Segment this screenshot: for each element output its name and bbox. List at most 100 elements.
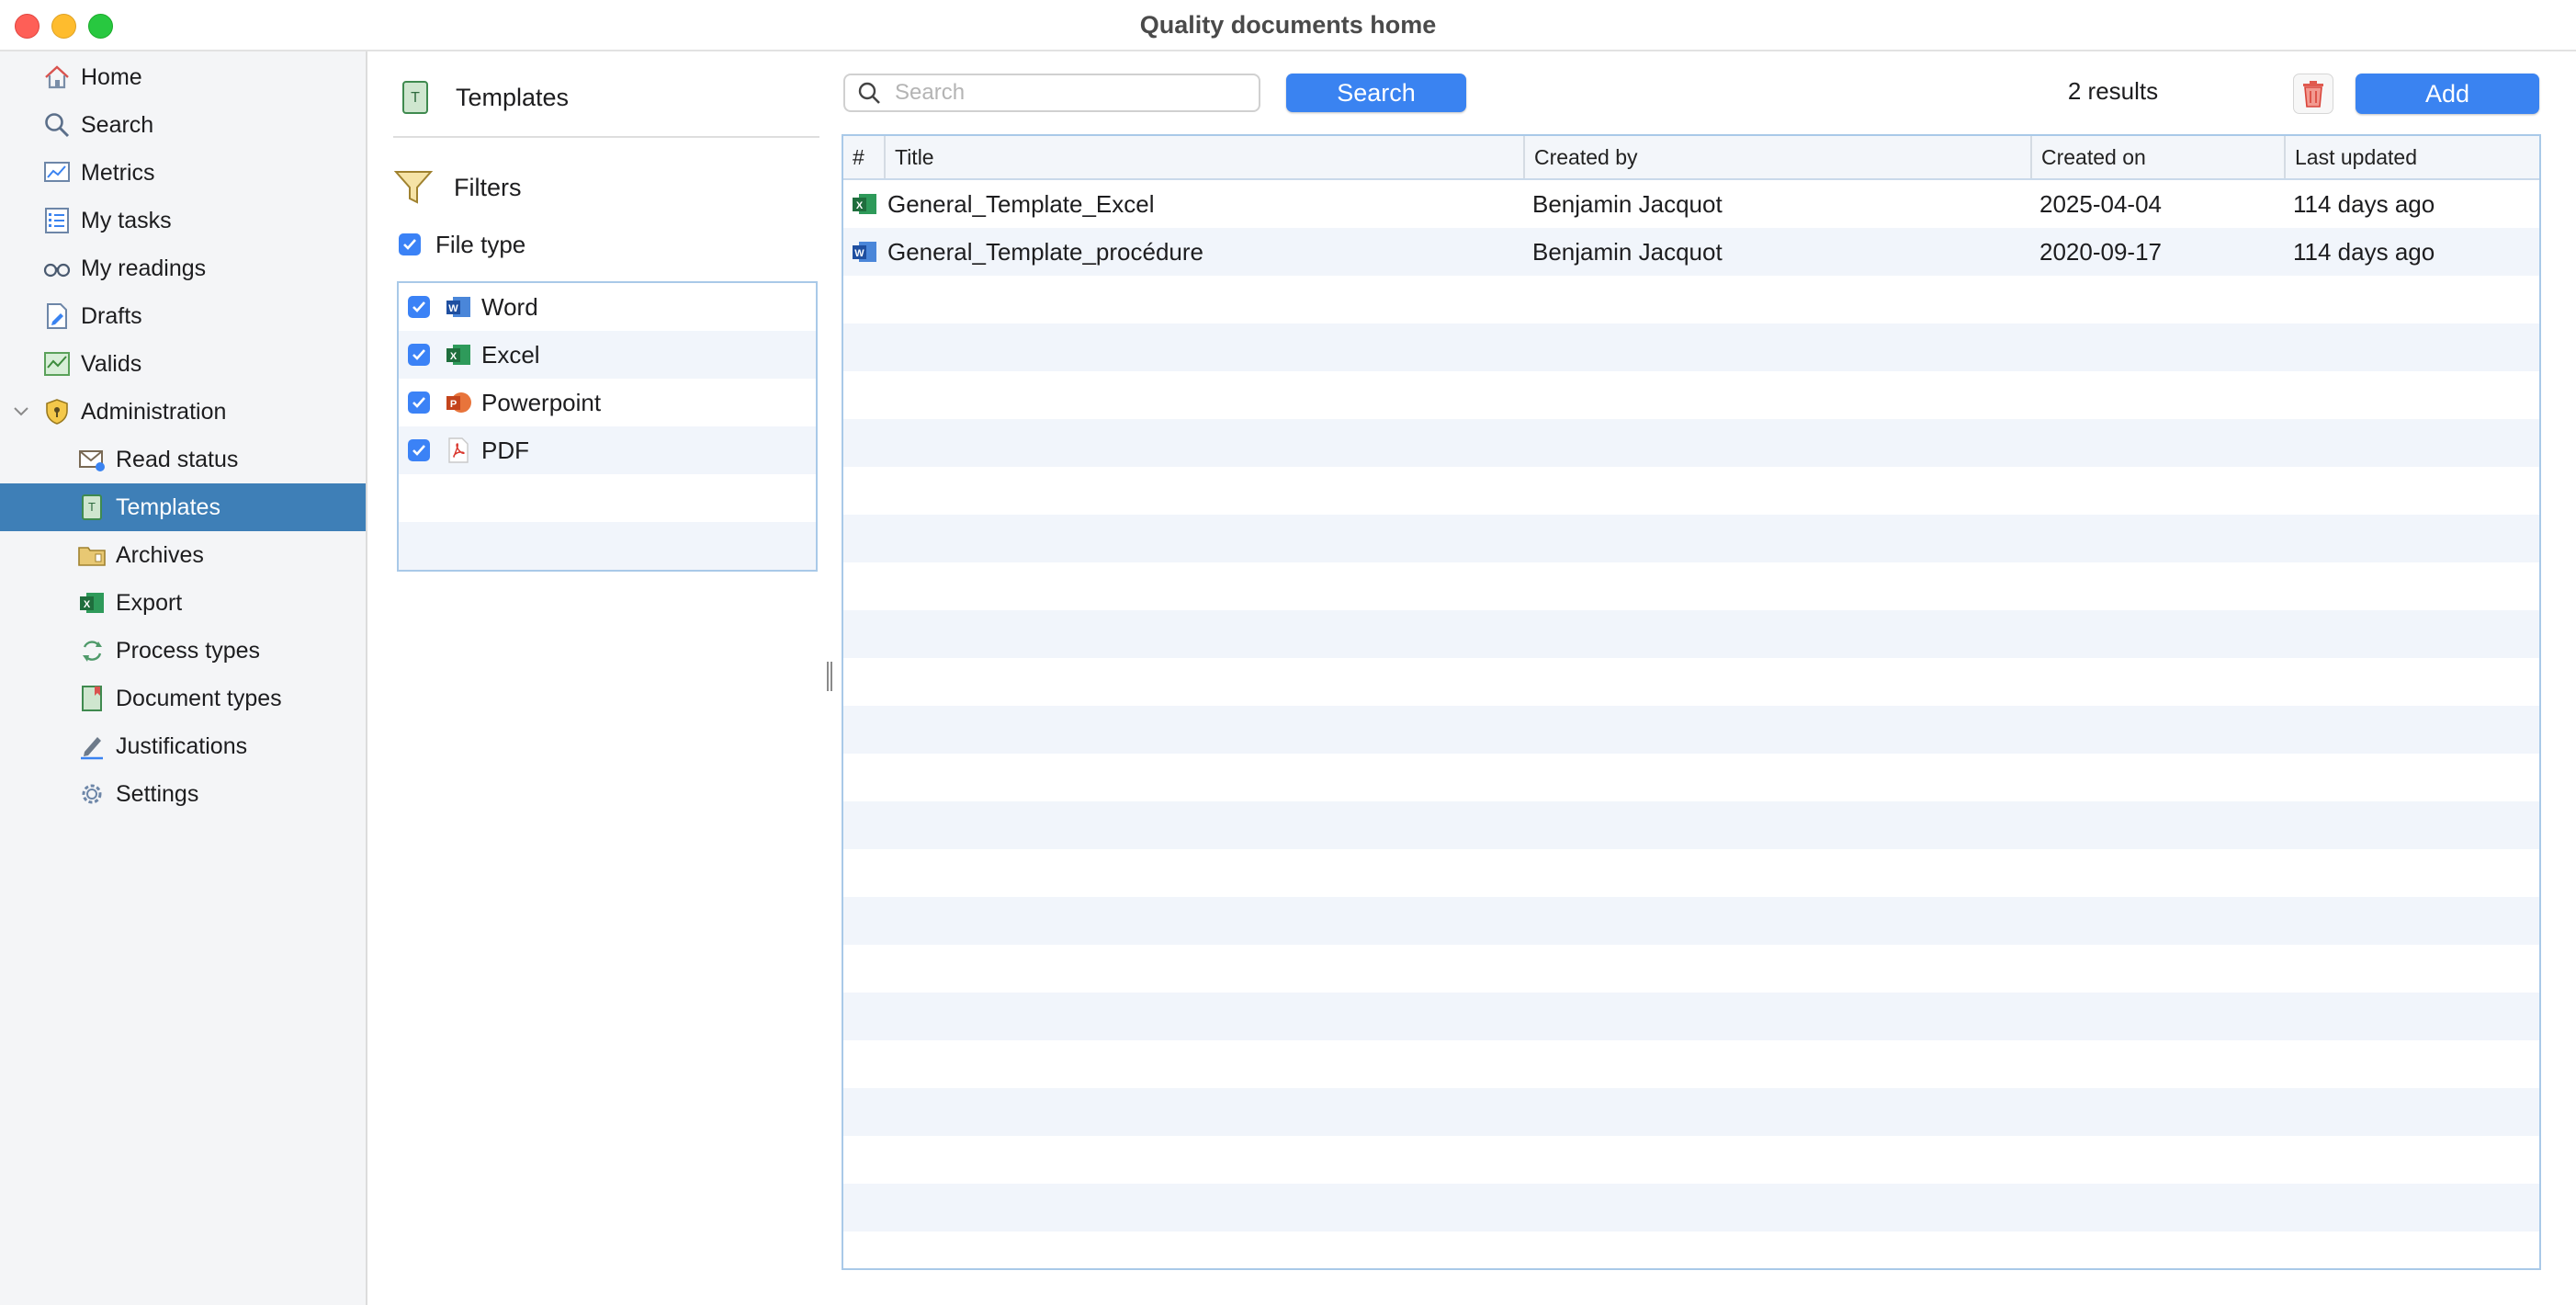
row-created-on: 2020-09-17 bbox=[2039, 237, 2162, 266]
table-row-stripe bbox=[843, 515, 2539, 562]
table-row-stripe bbox=[843, 849, 2539, 897]
table-row-stripe bbox=[843, 754, 2539, 801]
search-input[interactable] bbox=[893, 79, 1246, 107]
table-row-stripe bbox=[843, 419, 2539, 467]
divider bbox=[393, 136, 819, 138]
sidebar-item-label: Justifications bbox=[116, 732, 248, 759]
sidebar-item-label: Metrics bbox=[81, 159, 155, 186]
panel-title: Templates bbox=[456, 83, 570, 111]
delete-button[interactable] bbox=[2293, 74, 2333, 114]
table-row[interactable]: W General_Template_procédure Benjamin Ja… bbox=[843, 228, 2539, 276]
word-icon: W bbox=[446, 297, 470, 317]
row-created-on: 2025-04-04 bbox=[2039, 189, 2162, 218]
table-row[interactable]: X General_Template_Excel Benjamin Jacquo… bbox=[843, 180, 2539, 228]
mail-status-icon bbox=[75, 443, 108, 476]
filters-panel: T Templates Filters File type W Word X E… bbox=[369, 51, 829, 1305]
word-checkbox[interactable] bbox=[408, 296, 430, 318]
file-type-item-word[interactable]: W Word bbox=[399, 283, 816, 331]
powerpoint-checkbox[interactable] bbox=[408, 392, 430, 414]
excel-checkbox[interactable] bbox=[408, 344, 430, 366]
excel-icon: X bbox=[446, 345, 470, 365]
file-type-label: Excel bbox=[481, 340, 540, 369]
funnel-icon bbox=[393, 171, 434, 204]
pdf-icon bbox=[448, 437, 469, 463]
search-field[interactable] bbox=[843, 74, 1260, 112]
column-header-last-updated[interactable]: Last updated bbox=[2284, 136, 2539, 178]
file-type-item-excel[interactable]: X Excel bbox=[399, 331, 816, 379]
sidebar-item-label: Process types bbox=[116, 637, 261, 664]
file-type-list: W Word X Excel P Powerpoint PDF bbox=[397, 281, 818, 572]
table-row-stripe bbox=[843, 1231, 2539, 1268]
title-bar: Quality documents home bbox=[0, 0, 2576, 51]
sidebar-item-home[interactable]: Home bbox=[0, 53, 366, 101]
excel-icon: X bbox=[853, 194, 876, 214]
column-header-created-by[interactable]: Created by bbox=[1523, 136, 2030, 178]
sidebar-item-label: Document types bbox=[116, 685, 282, 711]
sidebar-item-archives[interactable]: Archives bbox=[0, 531, 366, 579]
sidebar-item-metrics[interactable]: Metrics bbox=[0, 149, 366, 197]
svg-text:T: T bbox=[88, 500, 96, 514]
sidebar-item-label: My tasks bbox=[81, 207, 172, 233]
row-last-updated: 114 days ago bbox=[2293, 237, 2435, 266]
table-header: # Title Created by Created on Last updat… bbox=[843, 136, 2539, 180]
sidebar-item-label: Archives bbox=[116, 541, 204, 568]
svg-text:T: T bbox=[411, 90, 420, 106]
table-body: X General_Template_Excel Benjamin Jacquo… bbox=[843, 180, 2539, 1268]
table-row-stripe bbox=[843, 945, 2539, 993]
column-header-number[interactable]: # bbox=[843, 136, 884, 178]
filters-splitter-handle[interactable] bbox=[825, 662, 834, 691]
template-book-icon: T bbox=[402, 81, 428, 114]
checklist-icon bbox=[40, 204, 73, 237]
row-created-by: Benjamin Jacquot bbox=[1532, 189, 1723, 218]
table-row-stripe bbox=[843, 467, 2539, 515]
sidebar-item-read-status[interactable]: Read status bbox=[0, 436, 366, 483]
sidebar-item-export[interactable]: X Export bbox=[0, 579, 366, 627]
sidebar-item-process-types[interactable]: Process types bbox=[0, 627, 366, 675]
excel-export-icon: X bbox=[75, 586, 108, 619]
sidebar-item-my-tasks[interactable]: My tasks bbox=[0, 197, 366, 244]
sidebar-item-administration[interactable]: Administration bbox=[0, 388, 366, 436]
sidebar-item-search[interactable]: Search bbox=[0, 101, 366, 149]
file-type-checkbox[interactable] bbox=[399, 233, 421, 255]
table-row-stripe bbox=[843, 371, 2539, 419]
sidebar-item-label: Home bbox=[81, 63, 142, 90]
file-type-label: Powerpoint bbox=[481, 388, 602, 416]
row-title: General_Template_procédure bbox=[887, 237, 1203, 266]
row-title-cell: W General_Template_procédure bbox=[851, 228, 1521, 276]
file-type-label: File type bbox=[435, 230, 526, 258]
pdf-checkbox[interactable] bbox=[408, 439, 430, 461]
table-row-stripe bbox=[843, 1136, 2539, 1184]
table-row-stripe bbox=[843, 897, 2539, 945]
file-type-item-pdf[interactable]: PDF bbox=[399, 426, 816, 474]
sidebar-item-my-readings[interactable]: My readings bbox=[0, 244, 366, 292]
table-row-stripe bbox=[843, 993, 2539, 1040]
house-icon bbox=[40, 61, 73, 94]
file-type-label: Word bbox=[481, 292, 538, 321]
sidebar-item-drafts[interactable]: Drafts bbox=[0, 292, 366, 340]
search-button[interactable]: Search bbox=[1286, 74, 1466, 112]
sidebar-item-justifications[interactable]: Justifications bbox=[0, 722, 366, 770]
word-icon: W bbox=[853, 242, 876, 262]
powerpoint-icon: P bbox=[446, 392, 471, 413]
search-icon bbox=[40, 108, 73, 142]
window-title: Quality documents home bbox=[1139, 11, 1437, 39]
filters-title: Filters bbox=[454, 173, 522, 201]
table-row-stripe bbox=[843, 1040, 2539, 1088]
svg-text:X: X bbox=[84, 599, 91, 610]
sidebar-item-label: Settings bbox=[116, 780, 199, 807]
column-header-title[interactable]: Title bbox=[884, 136, 1523, 178]
sidebar-item-settings[interactable]: Settings bbox=[0, 770, 366, 818]
file-type-item-powerpoint[interactable]: P Powerpoint bbox=[399, 379, 816, 426]
empty-row bbox=[399, 474, 816, 522]
sidebar-item-document-types[interactable]: Document types bbox=[0, 675, 366, 722]
sidebar-item-valids[interactable]: Valids bbox=[0, 340, 366, 388]
table-row-stripe bbox=[843, 1088, 2539, 1136]
file-type-filter-toggle[interactable]: File type bbox=[399, 226, 525, 263]
column-header-created-on[interactable]: Created on bbox=[2030, 136, 2284, 178]
sidebar-item-label: Export bbox=[116, 589, 183, 616]
draft-document-icon bbox=[40, 300, 73, 333]
add-button[interactable]: Add bbox=[2356, 74, 2539, 114]
recycle-icon bbox=[75, 634, 108, 667]
template-book-icon: T bbox=[75, 491, 108, 524]
sidebar-item-templates[interactable]: T Templates bbox=[0, 483, 366, 531]
